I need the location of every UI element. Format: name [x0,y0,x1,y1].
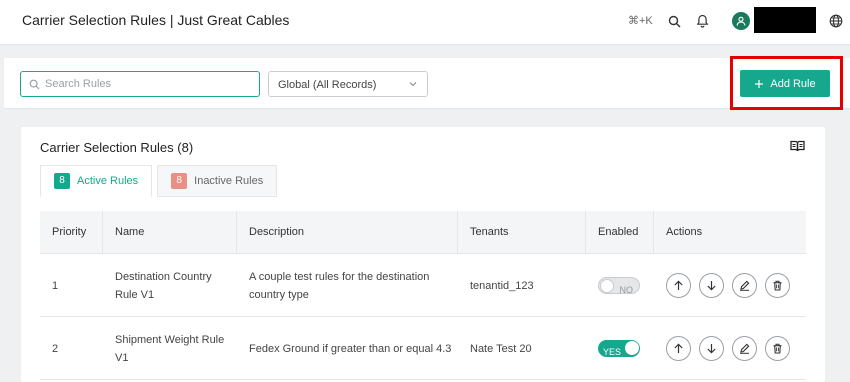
search-icon [29,79,40,89]
name-cell: Shipment Weight Rule V1 [115,333,225,364]
rules-card: Carrier Selection Rules (8) 8 Active Rul… [21,127,825,382]
actions-cell [654,254,806,317]
actions-cell [654,317,806,380]
chevron-down-icon [409,82,417,87]
toggle-knob [625,341,639,355]
toggle-label: NO [619,285,634,295]
plus-icon [755,79,764,88]
enabled-toggle[interactable]: YES [598,340,640,357]
priority-cell: 2 [52,342,59,355]
column-enabled[interactable]: Enabled [586,211,654,254]
arrow-down-icon [707,281,716,291]
move-up-button[interactable] [666,273,691,298]
add-rule-label: Add Rule [770,77,816,90]
card-title: Carrier Selection Rules (8) [40,140,194,155]
user-name-redacted [754,7,816,33]
table-header: Priority Name Description Tenants Enable… [40,211,806,254]
toggle-knob [600,279,614,293]
bell-icon[interactable] [694,13,710,29]
arrow-up-icon [674,343,683,353]
column-actions: Actions [666,226,703,238]
globe-icon[interactable] [828,13,844,29]
move-down-button[interactable] [699,273,724,298]
enabled-cell: YES [586,317,654,380]
edit-button[interactable] [732,336,757,361]
toolbar: Global (All Records) Add Rule [4,56,850,110]
tab-label: Active Rules [77,175,139,187]
enabled-cell: NO [586,254,654,317]
trash-icon [773,343,782,354]
tenants-cell: tenantid_123 [470,279,534,292]
name-cell: Destination Country Rule V1 [115,270,212,301]
tenants-cell: Nate Test 20 [470,342,532,355]
active-count-badge: 8 [54,173,70,189]
delete-button[interactable] [765,336,790,361]
delete-button[interactable] [765,273,790,298]
inactive-count-badge: 8 [171,173,188,189]
rules-tabs: 8 Active Rules 8 Inactive Rules [40,165,278,197]
top-bar: Carrier Selection Rules | Just Great Cab… [0,0,850,45]
edit-button[interactable] [732,273,757,298]
description-cell: Fedex Ground if greater than or equal 4.… [249,342,452,355]
toggle-label: YES [603,347,622,357]
priority-cell: 1 [52,279,59,292]
trash-icon [773,280,782,291]
search-input[interactable] [45,78,245,90]
move-up-button[interactable] [666,336,691,361]
table-row: 2 Shipment Weight Rule V1 Fedex Ground i… [40,317,806,380]
scope-select[interactable]: Global (All Records) [268,71,428,97]
search-field[interactable] [20,71,260,97]
table-row: 1 Destination Country Rule V1 A couple t… [40,254,806,317]
pencil-icon [740,343,750,354]
book-icon[interactable] [790,139,805,157]
description-cell: A couple test rules for the destination … [249,270,430,301]
column-description[interactable]: Description [237,211,458,254]
scope-select-value: Global (All Records) [278,79,377,91]
search-icon[interactable] [666,13,682,29]
user-avatar-icon[interactable] [732,12,750,30]
tab-active-rules[interactable]: 8 Active Rules [40,165,153,197]
tab-inactive-rules[interactable]: 8 Inactive Rules [157,165,278,197]
column-name[interactable]: Name [103,211,237,254]
move-down-button[interactable] [699,336,724,361]
command-shortcut[interactable]: ⌘+K [628,14,653,27]
tab-label: Inactive Rules [194,175,264,187]
enabled-toggle[interactable]: NO [598,277,640,295]
column-priority[interactable]: Priority [40,211,103,254]
column-tenants[interactable]: Tenants [458,211,586,254]
page-title: Carrier Selection Rules | Just Great Cab… [22,12,290,28]
arrow-down-icon [707,344,716,354]
arrow-up-icon [674,280,683,290]
add-rule-button[interactable]: Add Rule [740,70,830,97]
pencil-icon [740,280,750,291]
